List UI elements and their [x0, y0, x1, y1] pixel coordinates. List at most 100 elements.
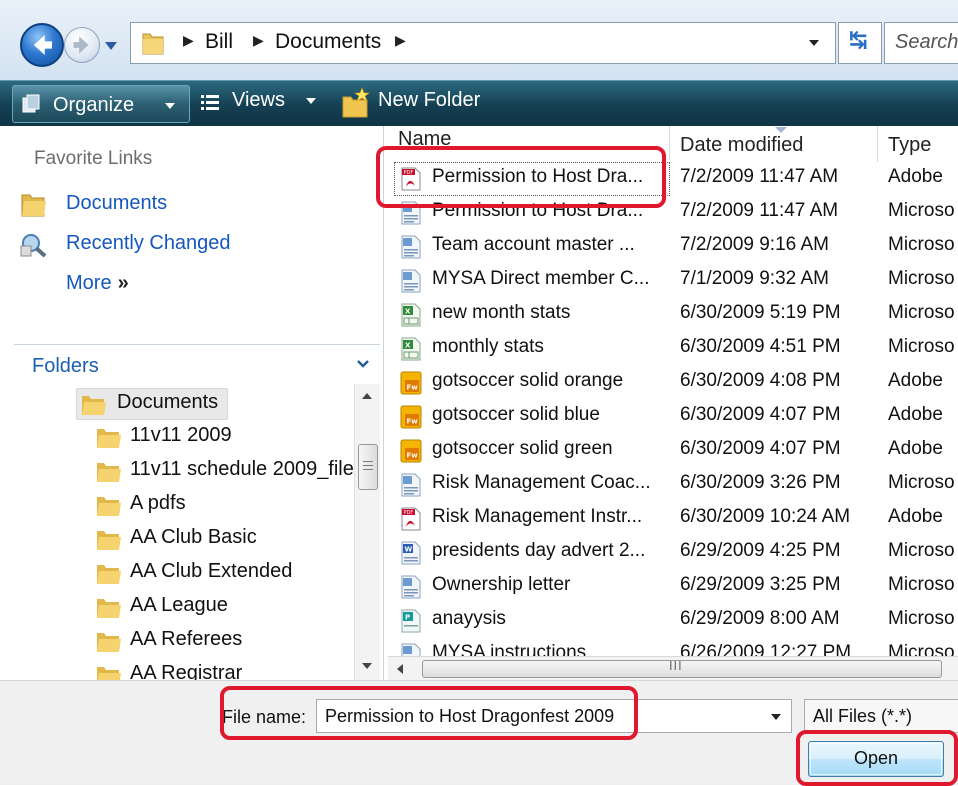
open-button[interactable]: Open — [808, 741, 944, 777]
chevron-down-icon — [357, 360, 369, 368]
column-header-name[interactable]: Name — [388, 126, 670, 160]
file-row[interactable]: PDF Risk Management Instr... 6/30/2009 10:… — [388, 502, 958, 536]
scroll-left-icon[interactable] — [396, 663, 404, 675]
file-name-cell: gotsoccer solid blue — [432, 404, 600, 425]
file-row[interactable]: Fw gotsoccer solid blue 6/30/2009 4:07 PM A… — [388, 400, 958, 434]
file-type-cell: Microso — [888, 302, 955, 323]
address-dropdown-icon[interactable] — [807, 37, 821, 49]
file-list-horizontal-scrollbar[interactable]: III — [388, 656, 958, 680]
file-row[interactable]: Risk Management Coac... 6/30/2009 3:26 PM… — [388, 468, 958, 502]
folder-tree: Documents 11v11 2009 11v11 schedule 2009… — [0, 386, 354, 680]
doc-icon — [400, 269, 422, 293]
svg-text:PDF: PDF — [404, 170, 414, 176]
file-name-cell: new month stats — [432, 302, 571, 323]
column-header-label: Date modified — [680, 134, 804, 156]
fireworks-icon: Fw — [400, 405, 422, 429]
organize-button[interactable]: Organize — [12, 85, 190, 123]
tree-item-folder[interactable]: AA Registrar — [96, 660, 354, 680]
file-row[interactable]: Fw gotsoccer solid orange 6/30/2009 4:08 P… — [388, 366, 958, 400]
favorite-link-documents[interactable]: Documents — [20, 190, 380, 220]
doc-icon — [400, 575, 422, 599]
file-date-cell: 6/29/2009 8:00 AM — [680, 608, 840, 629]
tree-item-folder[interactable]: AA League — [96, 592, 354, 624]
views-button[interactable]: Views — [232, 89, 285, 112]
file-row[interactable]: MYSA Direct member C... 7/1/2009 9:32 AM M… — [388, 264, 958, 298]
file-row[interactable]: Fw gotsoccer solid green 6/30/2009 4:07 PM… — [388, 434, 958, 468]
folders-title: Folders — [32, 355, 99, 377]
tree-item-label: 11v11 schedule 2009_files — [130, 458, 354, 480]
breadcrumb-bill[interactable]: Bill — [205, 30, 233, 54]
file-name-cell: Risk Management Instr... — [432, 506, 643, 527]
views-caret-icon[interactable] — [306, 97, 316, 105]
file-row[interactable]: Permission to Host Dra... 7/2/2009 11:47 … — [388, 196, 958, 230]
file-name-dropdown-icon[interactable] — [770, 713, 782, 721]
file-name-cell: Team account master ... — [432, 234, 635, 255]
doc-icon — [400, 643, 422, 656]
file-type-select[interactable]: All Files (*.*) — [804, 699, 958, 733]
file-row[interactable]: PDF Permission to Host Dra... 7/2/2009 11:… — [388, 162, 958, 196]
search-input[interactable]: Search — [884, 22, 958, 64]
folder-icon — [21, 194, 46, 217]
double-chevron-icon: » — [117, 272, 129, 294]
file-name-cell: gotsoccer solid green — [432, 438, 613, 459]
favorite-link-recently-changed[interactable]: Recently Changed — [20, 230, 380, 260]
pdf-icon: PDF — [400, 507, 422, 531]
new-folder-button[interactable]: New Folder — [378, 89, 480, 112]
file-date-cell: 6/26/2009 12:27 PM — [680, 642, 852, 656]
tree-item-folder[interactable]: 11v11 2009 — [96, 422, 354, 454]
breadcrumb-documents[interactable]: Documents — [275, 30, 381, 54]
file-dialog-footer: File name: Permission to Host Dragonfest… — [0, 680, 958, 785]
refresh-icon: ↹ — [849, 28, 868, 53]
back-arrow-icon — [33, 35, 52, 55]
file-row[interactable]: Xnew month stats 6/30/2009 5:19 PM Microso — [388, 298, 958, 332]
doc-icon — [400, 473, 422, 497]
tree-item-documents[interactable]: Documents — [76, 388, 228, 420]
file-name-cell: presidents day advert 2... — [432, 540, 646, 561]
file-date-cell: 7/2/2009 11:47 AM — [680, 200, 839, 221]
folder-tree-scrollbar[interactable] — [354, 384, 380, 680]
new-folder-icon[interactable] — [340, 87, 370, 119]
back-button[interactable] — [20, 23, 64, 67]
views-icon[interactable] — [200, 93, 220, 113]
tree-item-folder[interactable]: AA Club Basic — [96, 524, 354, 556]
file-date-cell: 6/30/2009 4:51 PM — [680, 336, 841, 357]
organize-caret-icon — [165, 103, 175, 109]
file-row[interactable]: Ownership letter 6/29/2009 3:25 PM Microso — [388, 570, 958, 604]
scroll-up-icon[interactable] — [361, 392, 373, 400]
file-list: Name Date modified Type PDF Permission to… — [388, 126, 958, 656]
folders-header[interactable]: Folders — [14, 344, 380, 384]
file-type-cell: Adobe — [888, 370, 943, 391]
file-name-input[interactable]: Permission to Host Dragonfest 2009 — [316, 699, 792, 733]
tree-item-folder[interactable]: 11v11 schedule 2009_files — [96, 456, 354, 488]
tree-item-folder[interactable]: AA Referees — [96, 626, 354, 658]
forward-arrow-icon — [73, 36, 89, 54]
folder-icon — [97, 531, 121, 550]
more-links-button[interactable]: More» — [66, 272, 129, 295]
file-type-cell: Microso — [888, 268, 955, 289]
refresh-button[interactable]: ↹ — [838, 22, 882, 64]
forward-button[interactable] — [64, 27, 100, 63]
tree-item-folder[interactable]: AA Club Extended — [96, 558, 354, 590]
recent-pages-dropdown-icon[interactable] — [104, 40, 118, 52]
svg-text:PDF: PDF — [404, 510, 414, 516]
file-row[interactable]: MYSA instructions 6/26/2009 12:27 PM Micro… — [388, 638, 958, 656]
column-header-type[interactable]: Type — [878, 126, 958, 162]
breadcrumb-separator-icon[interactable]: ▶ — [395, 33, 406, 49]
file-row[interactable]: Panayysis 6/29/2009 8:00 AM Microso — [388, 604, 958, 638]
svg-text:X: X — [405, 342, 411, 350]
file-row[interactable]: Team account master ... 7/2/2009 9:16 AM M… — [388, 230, 958, 264]
file-date-cell: 7/2/2009 11:47 AM — [680, 166, 839, 187]
scrollbar-thumb[interactable] — [358, 444, 378, 490]
file-row[interactable]: Xmonthly stats 6/30/2009 4:51 PM Microso — [388, 332, 958, 366]
favorite-links-title: Favorite Links — [34, 148, 153, 169]
scroll-down-icon[interactable] — [361, 662, 373, 670]
scrollbar-thumb[interactable]: III — [422, 659, 942, 678]
svg-text:W: W — [405, 546, 413, 554]
file-row[interactable]: Wpresidents day advert 2... 6/29/2009 4:2… — [388, 536, 958, 570]
file-date-cell: 7/1/2009 9:32 AM — [680, 268, 829, 289]
file-date-cell: 6/30/2009 4:07 PM — [680, 438, 841, 459]
address-input[interactable]: ▶ Bill ▶ Documents ▶ — [130, 22, 836, 64]
folder-icon — [142, 33, 164, 55]
file-name-label: File name: — [222, 707, 307, 727]
tree-item-folder[interactable]: A pdfs — [96, 490, 354, 522]
